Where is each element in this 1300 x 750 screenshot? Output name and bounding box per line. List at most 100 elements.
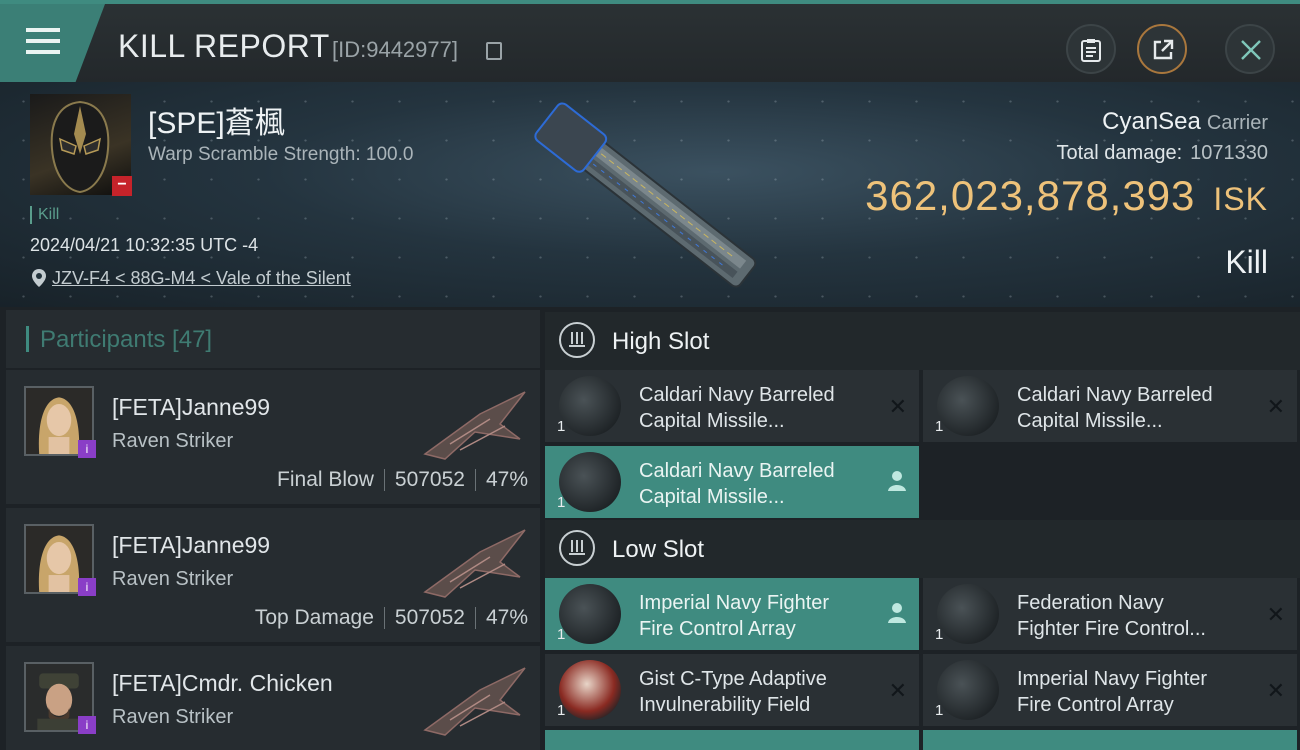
module-name: Imperial Navy Fighter Fire Control Array xyxy=(639,590,879,642)
ship-type: Carrier xyxy=(1206,112,1268,134)
participant-name[interactable]: [FETA]Cmdr. Chicken xyxy=(112,670,333,697)
module-name-line-1: Caldari Navy Barreled xyxy=(1017,384,1213,406)
high-slot-title: High Slot xyxy=(612,328,710,355)
raven-striker-ship-image xyxy=(423,391,526,460)
missile-launcher-icon xyxy=(559,452,621,512)
header-accent xyxy=(26,326,29,352)
participant-ship: Raven Striker xyxy=(112,430,234,452)
participants-title: Participants [47] xyxy=(40,326,213,353)
module-name: Federation Navy Fighter Fire Control... xyxy=(1017,590,1257,642)
location-link[interactable]: JZV-F4 < 88G-M4 < Vale of the Silent xyxy=(52,268,351,289)
missile-launcher-icon xyxy=(937,376,999,436)
module-item[interactable]: 1 Caldari Navy Barreled Capital Missile..… xyxy=(545,446,919,518)
fighter-control-array-icon xyxy=(937,584,999,644)
low-slot-icon xyxy=(559,530,595,566)
module-quantity: 1 xyxy=(935,626,944,643)
person-icon xyxy=(888,603,906,623)
destroyed-icon: ✕ xyxy=(888,678,907,703)
module-name: Caldari Navy Barreled Capital Missile... xyxy=(639,382,879,434)
victim-name[interactable]: [SPE]蒼楓 xyxy=(148,98,285,142)
participant-damage: 507052 xyxy=(394,468,465,491)
kill-datetime: 2024/04/21 10:32:35 UTC -4 xyxy=(30,235,259,255)
member-badge: i xyxy=(78,578,96,596)
module-quantity: 1 xyxy=(557,626,566,643)
module-item[interactable]: 1 Caldari Navy Barreled Capital Missile..… xyxy=(923,370,1297,442)
module-quantity: 1 xyxy=(557,418,566,435)
divider xyxy=(474,469,476,492)
total-damage: Total damage: 1071330 xyxy=(1056,142,1268,165)
loss-badge: − xyxy=(112,176,132,196)
participants-header[interactable]: Participants [47] xyxy=(6,310,540,368)
destroyed-icon: ✕ xyxy=(1266,678,1285,703)
participant-role: Top Damage xyxy=(254,606,374,629)
victim-corp: CyanSea Carrier xyxy=(1102,108,1268,136)
divider xyxy=(383,607,385,630)
module-item[interactable]: 1 Imperial Navy Fighter Fire Control Arra… xyxy=(923,654,1297,726)
participant-row[interactable]: i [FETA]Janne99 Raven Striker Final Blow… xyxy=(6,370,540,504)
module-item[interactable]: 1 Gist C-Type Adaptive Invulnerability Fi… xyxy=(545,654,919,726)
module-name-line-2: Capital Missile... xyxy=(639,410,785,432)
participant-stats: Top Damage 507052 47% xyxy=(255,606,528,630)
participant-name[interactable]: [FETA]Janne99 xyxy=(112,394,270,421)
module-item[interactable]: 1 Imperial Navy Fighter Fire Control Arra… xyxy=(545,578,919,650)
high-slot-header: High Slot xyxy=(545,312,1300,370)
victim-summary: − [SPE]蒼楓 Warp Scramble Strength: 100.0 … xyxy=(0,82,1300,307)
module-name-line-2: Capital Missile... xyxy=(1017,410,1163,432)
result-label: Kill xyxy=(1225,244,1268,280)
module-item-partial[interactable] xyxy=(545,730,919,750)
header-bar: KILL REPORT [ID:9442977] xyxy=(0,0,1300,82)
kill-report-screen: KILL REPORT [ID:9442977] − [SPE]蒼楓 Warp … xyxy=(0,0,1300,750)
participant-name[interactable]: [FETA]Janne99 xyxy=(112,532,270,559)
raven-striker-ship-image xyxy=(423,667,526,736)
isk-amount: 362,023,878,393 xyxy=(865,172,1196,219)
participant-stats: Final Blow 507052 47% xyxy=(277,468,528,492)
module-item-partial[interactable] xyxy=(923,730,1297,750)
module-item[interactable]: 1 Caldari Navy Barreled Capital Missile..… xyxy=(545,370,919,442)
destroyed-icon: ✕ xyxy=(1266,602,1285,627)
module-item[interactable]: 1 Federation Navy Fighter Fire Control...… xyxy=(923,578,1297,650)
kill-tag: Kill xyxy=(30,206,59,224)
module-name-line-1: Caldari Navy Barreled xyxy=(639,460,835,482)
module-name: Caldari Navy Barreled Capital Missile... xyxy=(639,458,879,510)
low-slot-header: Low Slot xyxy=(545,520,1300,578)
person-icon xyxy=(888,471,906,491)
low-slot-title: Low Slot xyxy=(612,536,705,563)
divider xyxy=(474,607,476,630)
participant-damage: 507052 xyxy=(394,606,465,629)
destroyed-icon: ✕ xyxy=(1266,394,1285,419)
high-slot-icon xyxy=(559,322,595,358)
missile-launcher-icon xyxy=(559,376,621,436)
module-name: Caldari Navy Barreled Capital Missile... xyxy=(1017,382,1257,434)
clipboard-button[interactable] xyxy=(1066,24,1116,74)
total-damage-label: Total damage: xyxy=(1056,142,1183,164)
member-badge: i xyxy=(78,440,96,458)
module-name: Imperial Navy Fighter Fire Control Array xyxy=(1017,666,1257,718)
participant-percent: 47% xyxy=(485,468,528,491)
participant-row[interactable]: i [FETA]Cmdr. Chicken Raven Striker xyxy=(6,646,540,750)
clipboard-icon xyxy=(1081,39,1101,62)
close-button[interactable] xyxy=(1225,24,1275,74)
fitting-slots-panel: High Slot 1 Caldari Navy Barreled Capital… xyxy=(545,310,1300,750)
module-name-line-2: Fire Control Array xyxy=(639,618,796,640)
fighter-control-array-icon xyxy=(559,584,621,644)
module-name-line-1: Caldari Navy Barreled xyxy=(639,384,835,406)
module-name-line-1: Imperial Navy Fighter xyxy=(1017,668,1208,690)
corp-name[interactable]: CyanSea xyxy=(1102,108,1201,135)
module-name-line-1: Imperial Navy Fighter xyxy=(639,592,830,614)
module-name-line-2: Invulnerability Field xyxy=(639,694,811,716)
participant-percent: 47% xyxy=(485,606,528,629)
location-pin-icon xyxy=(32,269,46,287)
module-quantity: 1 xyxy=(935,702,944,719)
module-name-line-1: Federation Navy xyxy=(1017,592,1164,614)
participant-row[interactable]: i [FETA]Janne99 Raven Striker Top Damage… xyxy=(6,508,540,642)
isk-value: 362,023,878,393 ISK xyxy=(865,172,1268,220)
module-name-line-2: Fighter Fire Control... xyxy=(1017,618,1206,640)
module-name-line-1: Gist C-Type Adaptive xyxy=(639,668,827,690)
share-button[interactable] xyxy=(1137,24,1187,74)
share-icon xyxy=(1153,39,1174,60)
module-name: Gist C-Type Adaptive Invulnerability Fiel… xyxy=(639,666,879,718)
total-damage-value: 1071330 xyxy=(1190,142,1268,164)
raven-striker-ship-image xyxy=(423,529,526,598)
menu-button[interactable] xyxy=(0,4,105,82)
copy-icon[interactable] xyxy=(486,42,502,60)
